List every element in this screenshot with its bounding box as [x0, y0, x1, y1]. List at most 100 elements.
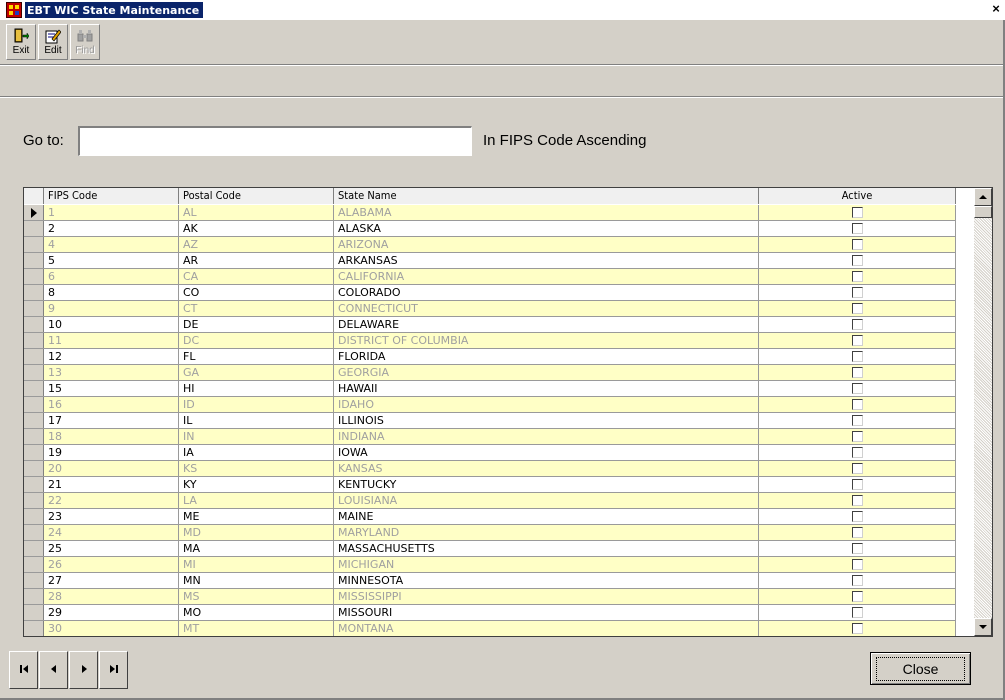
state-name-cell[interactable]: IDAHO — [334, 397, 759, 412]
postal-code-cell[interactable]: ME — [179, 509, 334, 524]
fips-code-cell[interactable]: 19 — [44, 445, 179, 460]
row-selector[interactable] — [24, 445, 44, 460]
row-selector[interactable] — [24, 541, 44, 556]
table-row[interactable]: 29 MO MISSOURI — [24, 605, 956, 621]
next-record-button[interactable] — [69, 651, 98, 689]
postal-code-cell[interactable]: CO — [179, 285, 334, 300]
row-selector[interactable] — [24, 253, 44, 268]
postal-code-cell[interactable]: AL — [179, 205, 334, 220]
active-checkbox[interactable] — [851, 303, 863, 314]
table-row[interactable]: 2 AK ALASKA — [24, 221, 956, 237]
fips-code-cell[interactable]: 12 — [44, 349, 179, 364]
postal-code-cell[interactable]: CA — [179, 269, 334, 284]
postal-code-cell[interactable]: GA — [179, 365, 334, 380]
active-checkbox[interactable] — [851, 399, 863, 410]
edit-button[interactable]: Edit — [38, 24, 68, 60]
first-record-button[interactable] — [9, 651, 38, 689]
postal-code-cell[interactable]: DC — [179, 333, 334, 348]
scroll-up-button[interactable] — [974, 188, 992, 206]
row-selector[interactable] — [24, 413, 44, 428]
state-name-cell[interactable]: CONNECTICUT — [334, 301, 759, 316]
row-selector[interactable] — [24, 333, 44, 348]
row-selector[interactable] — [24, 365, 44, 380]
row-selector[interactable] — [24, 477, 44, 492]
state-name-cell[interactable]: MASSACHUSETTS — [334, 541, 759, 556]
active-checkbox[interactable] — [851, 287, 863, 298]
fips-code-cell[interactable]: 11 — [44, 333, 179, 348]
active-checkbox[interactable] — [851, 527, 863, 538]
active-checkbox[interactable] — [851, 335, 863, 346]
table-row[interactable]: 12 FL FLORIDA — [24, 349, 956, 365]
postal-code-cell[interactable]: KS — [179, 461, 334, 476]
postal-code-cell[interactable]: FL — [179, 349, 334, 364]
active-checkbox[interactable] — [851, 447, 863, 458]
active-checkbox[interactable] — [851, 575, 863, 586]
active-checkbox[interactable] — [851, 367, 863, 378]
active-checkbox[interactable] — [851, 511, 863, 522]
fips-code-cell[interactable]: 15 — [44, 381, 179, 396]
fips-code-cell[interactable]: 21 — [44, 477, 179, 492]
fips-code-cell[interactable]: 23 — [44, 509, 179, 524]
active-checkbox[interactable] — [851, 239, 863, 250]
table-row[interactable]: 13 GA GEORGIA — [24, 365, 956, 381]
table-row[interactable]: 15 HI HAWAII — [24, 381, 956, 397]
table-row[interactable]: 28 MS MISSISSIPPI — [24, 589, 956, 605]
state-name-cell[interactable]: COLORADO — [334, 285, 759, 300]
fips-code-cell[interactable]: 9 — [44, 301, 179, 316]
active-checkbox[interactable] — [851, 431, 863, 442]
table-row[interactable]: 25 MA MASSACHUSETTS — [24, 541, 956, 557]
row-selector[interactable] — [24, 605, 44, 620]
fips-code-cell[interactable]: 4 — [44, 237, 179, 252]
active-checkbox[interactable] — [851, 207, 863, 218]
table-row[interactable]: 6 CA CALIFORNIA — [24, 269, 956, 285]
active-checkbox[interactable] — [851, 479, 863, 490]
active-checkbox[interactable] — [851, 607, 863, 618]
window-close-button[interactable]: × — [989, 1, 1003, 17]
table-row[interactable]: 4 AZ ARIZONA — [24, 237, 956, 253]
state-name-cell[interactable]: GEORGIA — [334, 365, 759, 380]
row-selector[interactable] — [24, 221, 44, 236]
postal-code-cell[interactable]: AK — [179, 221, 334, 236]
table-row[interactable]: 22 LA LOUISIANA — [24, 493, 956, 509]
column-header-state-name[interactable]: State Name — [334, 188, 759, 204]
row-selector[interactable] — [24, 381, 44, 396]
table-row[interactable]: 17 IL ILLINOIS — [24, 413, 956, 429]
row-selector[interactable] — [24, 557, 44, 572]
fips-code-cell[interactable]: 22 — [44, 493, 179, 508]
active-checkbox[interactable] — [851, 319, 863, 330]
fips-code-cell[interactable]: 18 — [44, 429, 179, 444]
active-checkbox[interactable] — [851, 543, 863, 554]
state-name-cell[interactable]: KANSAS — [334, 461, 759, 476]
fips-code-cell[interactable]: 8 — [44, 285, 179, 300]
table-row[interactable]: 20 KS KANSAS — [24, 461, 956, 477]
fips-code-cell[interactable]: 26 — [44, 557, 179, 572]
fips-code-cell[interactable]: 20 — [44, 461, 179, 476]
fips-code-cell[interactable]: 29 — [44, 605, 179, 620]
fips-code-cell[interactable]: 5 — [44, 253, 179, 268]
state-name-cell[interactable]: MISSOURI — [334, 605, 759, 620]
goto-input[interactable] — [78, 126, 472, 156]
active-checkbox[interactable] — [851, 623, 863, 634]
state-name-cell[interactable]: MAINE — [334, 509, 759, 524]
table-row[interactable]: 21 KY KENTUCKY — [24, 477, 956, 493]
postal-code-cell[interactable]: MI — [179, 557, 334, 572]
column-header-active[interactable]: Active — [759, 188, 956, 204]
scroll-thumb[interactable] — [974, 206, 992, 218]
row-selector[interactable] — [24, 349, 44, 364]
postal-code-cell[interactable]: AR — [179, 253, 334, 268]
state-name-cell[interactable]: DELAWARE — [334, 317, 759, 332]
fips-code-cell[interactable]: 30 — [44, 621, 179, 636]
table-row[interactable]: 11 DC DISTRICT OF COLUMBIA — [24, 333, 956, 349]
postal-code-cell[interactable]: LA — [179, 493, 334, 508]
row-selector[interactable] — [24, 621, 44, 636]
postal-code-cell[interactable]: AZ — [179, 237, 334, 252]
row-selector[interactable] — [24, 317, 44, 332]
postal-code-cell[interactable]: MO — [179, 605, 334, 620]
row-selector[interactable] — [24, 525, 44, 540]
table-row[interactable]: 5 AR ARKANSAS — [24, 253, 956, 269]
postal-code-cell[interactable]: MA — [179, 541, 334, 556]
state-name-cell[interactable]: MONTANA — [334, 621, 759, 636]
fips-code-cell[interactable]: 2 — [44, 221, 179, 236]
row-selector[interactable] — [24, 589, 44, 604]
state-name-cell[interactable]: IOWA — [334, 445, 759, 460]
